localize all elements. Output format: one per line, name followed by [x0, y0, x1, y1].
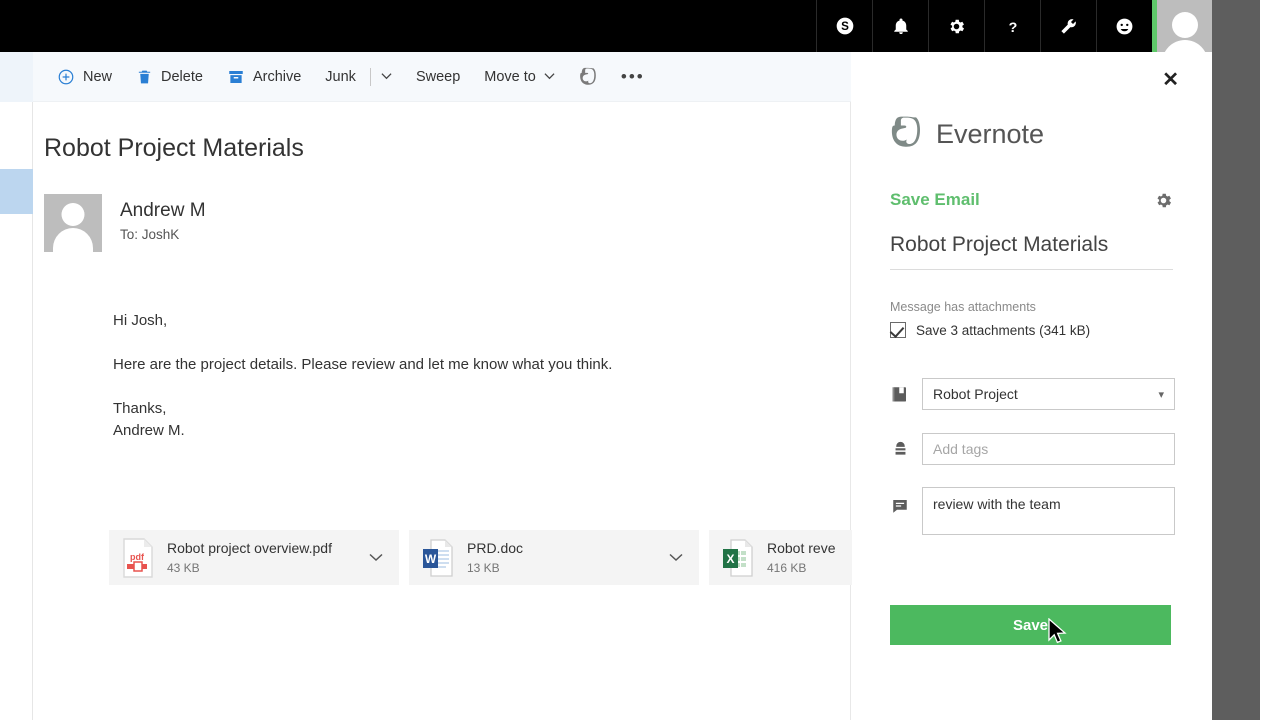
new-label: New [83, 68, 113, 85]
bell-icon[interactable] [872, 0, 928, 52]
plus-circle-icon [57, 68, 75, 86]
tags-input[interactable]: Add tags [922, 433, 1175, 465]
wrench-icon[interactable] [1040, 0, 1096, 52]
skype-icon[interactable]: S [816, 0, 872, 52]
svg-text:W: W [425, 552, 437, 566]
attachments-note: Message has attachments [890, 300, 1036, 314]
notebook-icon [890, 385, 910, 403]
svg-text:S: S [841, 20, 849, 33]
notebook-select[interactable]: Robot Project ▾ [922, 378, 1175, 410]
evernote-elephant-icon [890, 115, 922, 154]
chevron-down-icon[interactable] [669, 550, 687, 565]
comment-row: review with the team [890, 487, 1175, 535]
evernote-brand-name: Evernote [936, 119, 1045, 149]
sender-recipients: To: JoshK [120, 227, 180, 242]
junk-separator [369, 67, 371, 86]
delete-label: Delete [161, 68, 203, 85]
folder-rail[interactable] [0, 52, 33, 720]
global-topbar: S ? [0, 0, 1212, 52]
sender-avatar-body [53, 228, 93, 252]
rail-header [0, 52, 33, 102]
avatar[interactable] [1152, 0, 1212, 52]
command-toolbar: New Delete Archive Junk Sweep Move to ••… [33, 52, 851, 102]
outlook-evernote-screen: S ? New Delete Archive Junk Sweep Move t… [0, 0, 1280, 720]
save-attachments-checkbox[interactable]: Save 3 attachments (341 kB) [890, 322, 1090, 338]
tags-row: Add tags [890, 433, 1175, 465]
note-title-input[interactable]: Robot Project Materials [890, 233, 1173, 270]
mail-body: Hi Josh, Here are the project details. P… [113, 310, 673, 442]
move-to-label: Move to [484, 68, 536, 85]
mail-subject: Robot Project Materials [44, 134, 304, 162]
mail-paragraph: Hi Josh, [113, 312, 168, 329]
evernote-brand: Evernote [890, 115, 1044, 154]
attachment-name: PRD.doc [467, 540, 524, 556]
junk-label: Junk [325, 68, 356, 85]
notebook-row: Robot Project ▾ [890, 378, 1175, 410]
word-file-icon: W [421, 538, 455, 578]
save-attachments-label: Save 3 attachments (341 kB) [916, 322, 1091, 338]
mouse-cursor [1048, 617, 1068, 648]
archive-label: Archive [252, 68, 302, 85]
sweep-label: Sweep [415, 68, 461, 85]
delete-button[interactable]: Delete [124, 52, 215, 102]
attachment-text: PRD.doc 13 KB [467, 540, 657, 575]
evernote-elephant-icon [579, 67, 597, 86]
attachment-text: Robot project overview.pdf 43 KB [167, 540, 357, 575]
notebook-value: Robot Project [933, 386, 1018, 402]
chevron-down-icon: ▾ [1158, 388, 1164, 401]
move-to-button[interactable]: Move to [472, 52, 567, 102]
svg-text:X: X [726, 552, 734, 566]
chevron-down-icon[interactable] [369, 550, 387, 565]
far-right-background [1260, 0, 1280, 720]
smiley-icon[interactable] [1096, 0, 1152, 52]
sender-avatar-head [61, 203, 85, 226]
attachment-card[interactable]: W PRD.doc 13 KB [409, 530, 699, 585]
mail-paragraph: Here are the project details. Please rev… [113, 356, 613, 373]
question-icon[interactable]: ? [984, 0, 1040, 52]
svg-text:?: ? [1008, 19, 1017, 35]
avatar-head [1171, 12, 1198, 38]
save-email-label: Save Email [890, 190, 980, 209]
svg-text:pdf: pdf [130, 552, 145, 562]
new-button[interactable]: New [45, 52, 124, 102]
pdf-file-icon: pdf [121, 537, 155, 578]
comment-input[interactable]: review with the team [922, 487, 1175, 535]
junk-button[interactable]: Junk [313, 52, 404, 102]
evernote-toolbar-button[interactable] [567, 52, 609, 102]
chevron-down-icon [544, 71, 555, 83]
mail-closing: Thanks, Andrew M. [113, 398, 673, 442]
ellipsis-icon: ••• [620, 66, 645, 86]
mail-closing-line: Thanks, [113, 400, 167, 417]
checkbox-icon[interactable] [890, 322, 906, 338]
sender-name: Andrew M [120, 200, 206, 221]
attachment-name: Robot project overview.pdf [167, 540, 332, 556]
avatar-body [1161, 40, 1208, 52]
reading-pane: Robot Project Materials Andrew M To: Jos… [33, 102, 999, 720]
mail-signature: Andrew M. [113, 422, 185, 439]
rail-selected-folder[interactable] [0, 169, 33, 214]
sender-row: Andrew M To: JoshK [44, 194, 206, 252]
gear-icon[interactable] [928, 0, 984, 52]
gear-icon[interactable] [1154, 191, 1173, 210]
sweep-button[interactable]: Sweep [404, 52, 472, 102]
panel-action-row: Save Email [890, 190, 1173, 210]
archive-icon [227, 68, 245, 86]
attachment-size: 13 KB [467, 561, 500, 575]
attachment-size: 43 KB [167, 561, 200, 575]
tag-icon [890, 440, 910, 458]
close-icon[interactable]: ✕ [1162, 70, 1179, 90]
evernote-panel: ✕ Evernote Save Email Robot Project Mate… [852, 52, 1212, 720]
save-button[interactable]: Save [890, 605, 1171, 645]
sender-meta: Andrew M To: JoshK [120, 194, 206, 252]
chevron-down-icon[interactable] [381, 71, 392, 83]
sender-avatar [44, 194, 102, 252]
more-options-button[interactable]: ••• [609, 52, 657, 102]
archive-button[interactable]: Archive [215, 52, 313, 102]
comment-icon [890, 487, 910, 515]
right-edge-strip [1212, 0, 1260, 720]
attachment-name: Robot reve [767, 540, 836, 556]
trash-icon [136, 68, 153, 86]
excel-file-icon: X [721, 538, 755, 578]
attachment-card[interactable]: pdf Robot project overview.pdf 43 KB [109, 530, 399, 585]
